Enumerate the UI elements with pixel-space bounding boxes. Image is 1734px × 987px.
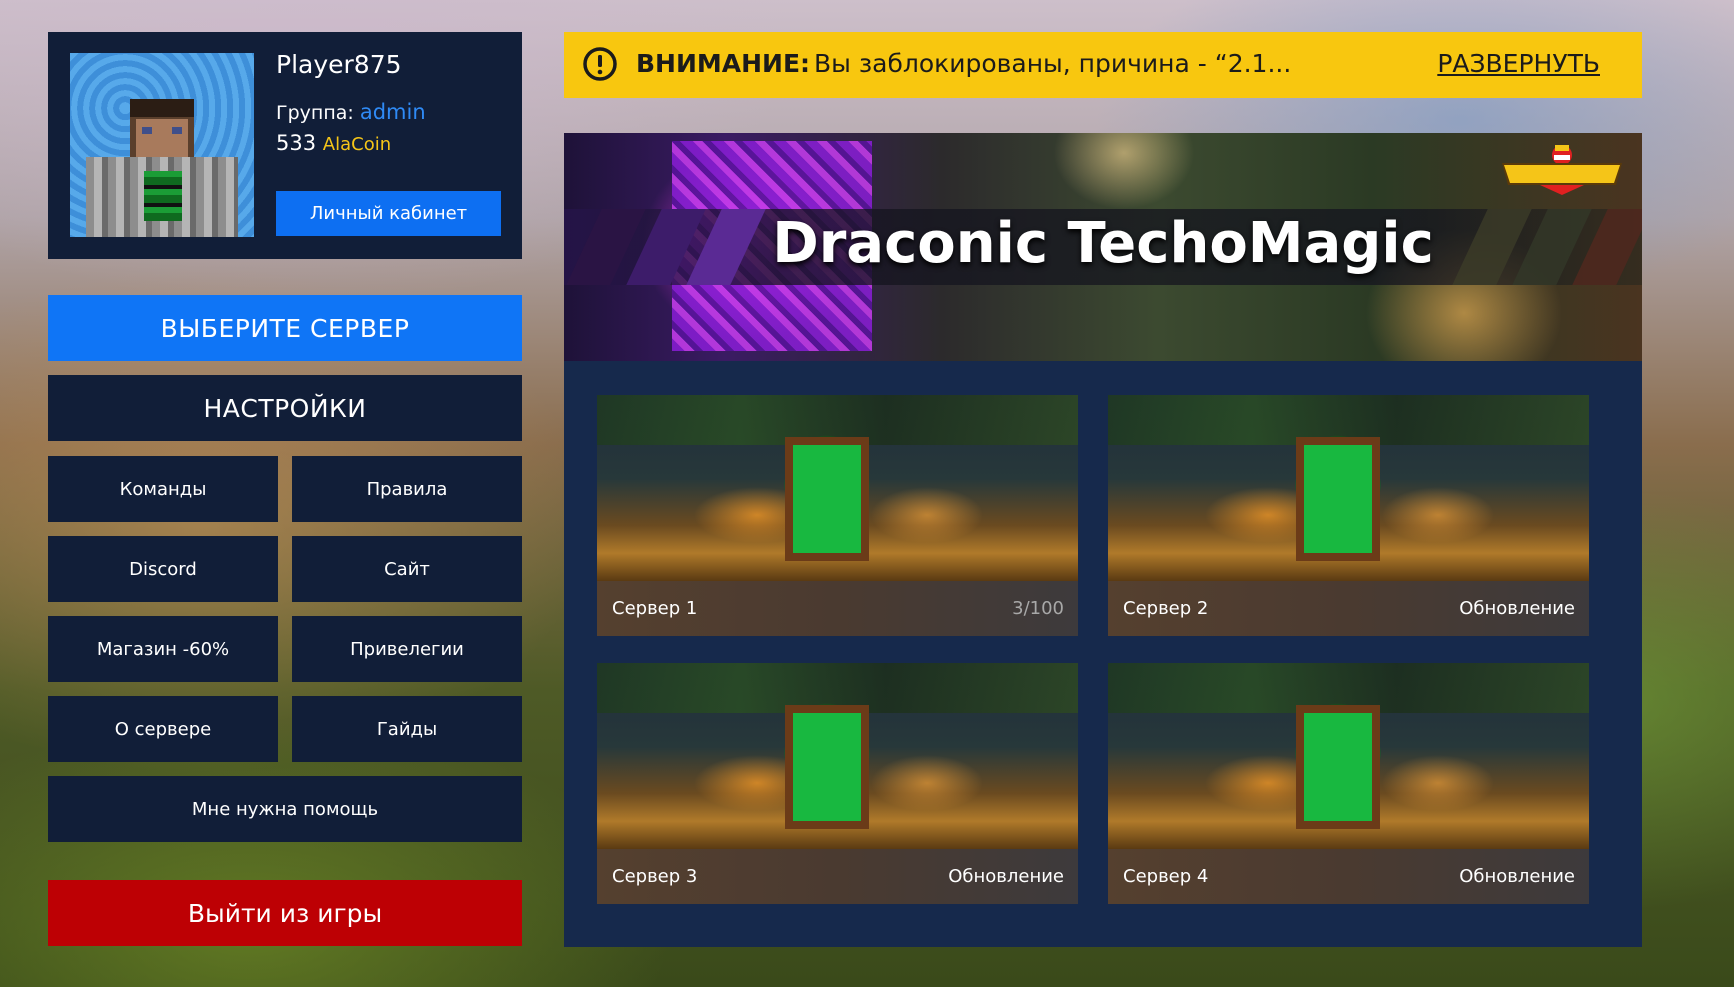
coin-currency: AlaCoin <box>322 134 392 155</box>
ban-warning-bar: ВНИМАНИЕ: Вы заблокированы, причина - “2… <box>564 32 1642 98</box>
server-card[interactable]: Сервер 3 Обновление <box>597 663 1078 904</box>
server-name: Сервер 3 <box>612 866 698 887</box>
player-name: Player875 <box>276 50 402 79</box>
warning-title: ВНИМАНИЕ: <box>636 49 811 78</box>
server-card-footer: Сервер 2 Обновление <box>1108 581 1589 636</box>
website-button[interactable]: Сайт <box>292 536 522 602</box>
server-name: Сервер 2 <box>1123 598 1209 619</box>
need-help-button[interactable]: Мне нужна помощь <box>48 776 522 842</box>
server-status: Обновление <box>948 866 1064 887</box>
about-server-button[interactable]: О сервере <box>48 696 278 762</box>
rules-button[interactable]: Правила <box>292 456 522 522</box>
server-card[interactable]: Сервер 4 Обновление <box>1108 663 1589 904</box>
server-online-count: 3/100 <box>1012 598 1064 619</box>
player-avatar <box>70 53 254 237</box>
server-thumbnail <box>1108 395 1589 581</box>
personal-cabinet-button[interactable]: Личный кабинет <box>276 191 501 236</box>
server-card-footer: Сервер 4 Обновление <box>1108 849 1589 904</box>
server-card[interactable]: Сервер 1 3/100 <box>597 395 1078 636</box>
settings-button[interactable]: НАСТРОЙКИ <box>48 375 522 441</box>
group-label: Группа: <box>276 102 354 124</box>
commands-button[interactable]: Команды <box>48 456 278 522</box>
alamine-logo <box>1502 145 1622 195</box>
coin-amount: 533 <box>276 131 317 155</box>
guides-button[interactable]: Гайды <box>292 696 522 762</box>
server-thumbnail <box>597 663 1078 849</box>
server-card-footer: Сервер 1 3/100 <box>597 581 1078 636</box>
server-card[interactable]: Сервер 2 Обновление <box>1108 395 1589 636</box>
server-name: Сервер 1 <box>612 598 698 619</box>
privileges-button[interactable]: Привелегии <box>292 616 522 682</box>
exit-game-button[interactable]: Выйти из игры <box>48 880 522 946</box>
server-thumbnail <box>1108 663 1589 849</box>
server-card-footer: Сервер 3 Обновление <box>597 849 1078 904</box>
shop-button[interactable]: Магазин -60% <box>48 616 278 682</box>
server-banner: Draconic TechoMagic <box>564 133 1642 361</box>
group-value: admin <box>359 100 426 124</box>
server-name: Сервер 4 <box>1123 866 1209 887</box>
expand-link[interactable]: РАЗВЕРНУТЬ <box>1437 49 1600 78</box>
server-panel: Draconic TechoMagic Сервер 1 3/100 Серве… <box>564 133 1642 947</box>
group-line: Группа: admin <box>276 100 426 124</box>
select-server-button[interactable]: ВЫБЕРИТЕ СЕРВЕР <box>48 295 522 361</box>
server-title: Draconic TechoMagic <box>772 211 1434 276</box>
server-status: Обновление <box>1459 598 1575 619</box>
discord-button[interactable]: Discord <box>48 536 278 602</box>
alert-circle-icon <box>583 47 617 81</box>
coin-balance: 533 AlaCoin <box>276 131 391 155</box>
warning-text: Вы заблокированы, причина - “2.1... <box>814 49 1292 78</box>
server-status: Обновление <box>1459 866 1575 887</box>
server-thumbnail <box>597 395 1078 581</box>
